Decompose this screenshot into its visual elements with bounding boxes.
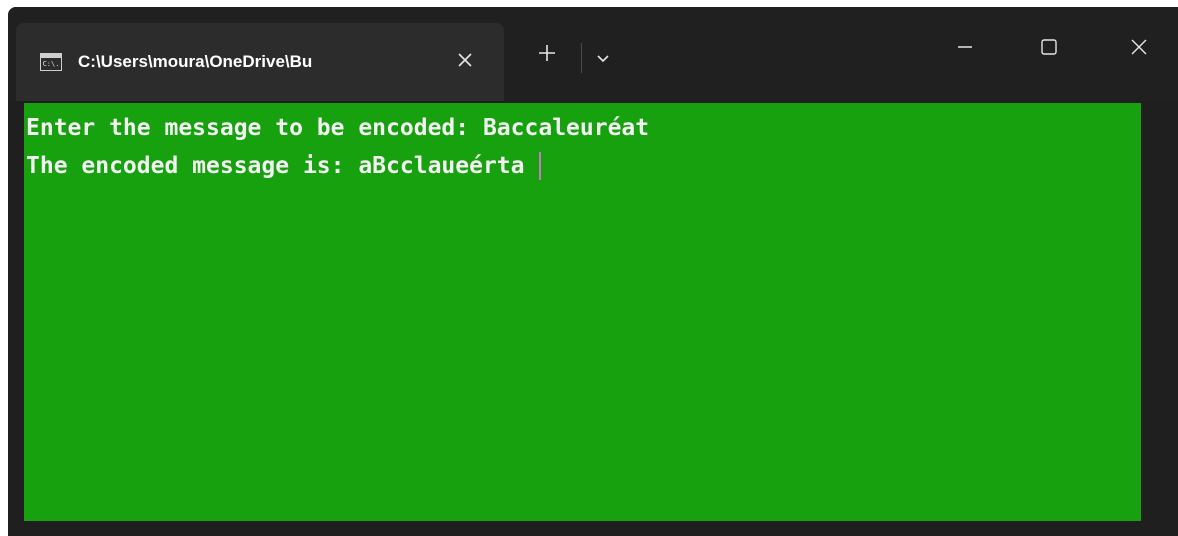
tab-dropdown-button[interactable] <box>590 44 616 72</box>
close-button[interactable] <box>1116 27 1162 67</box>
text-cursor <box>538 152 541 180</box>
terminal-output[interactable]: Enter the message to be encoded: Baccale… <box>24 103 1141 521</box>
plus-icon <box>539 45 555 61</box>
maximize-button[interactable] <box>1026 27 1072 67</box>
terminal-window: C:\. C:\Users\moura\OneDrive\Bu Enter th… <box>8 7 1178 536</box>
title-bar: C:\. C:\Users\moura\OneDrive\Bu <box>8 7 1178 101</box>
close-icon[interactable] <box>450 47 480 77</box>
tab-separator <box>581 43 582 73</box>
minimize-icon <box>958 46 972 48</box>
minimize-button[interactable] <box>942 27 988 67</box>
maximize-icon <box>1041 39 1057 55</box>
terminal-line: Enter the message to be encoded: Baccale… <box>26 115 650 141</box>
terminal-line: The encoded message is: aBcclaueérta <box>26 147 1141 185</box>
tab-active[interactable]: C:\. C:\Users\moura\OneDrive\Bu <box>16 23 504 101</box>
close-icon <box>1131 39 1147 55</box>
tab-title: C:\Users\moura\OneDrive\Bu <box>78 52 313 71</box>
console-icon: C:\. <box>40 53 62 71</box>
new-tab-button[interactable] <box>530 40 564 74</box>
tab-close-icon <box>458 53 472 67</box>
chevron-down-icon <box>597 55 609 63</box>
